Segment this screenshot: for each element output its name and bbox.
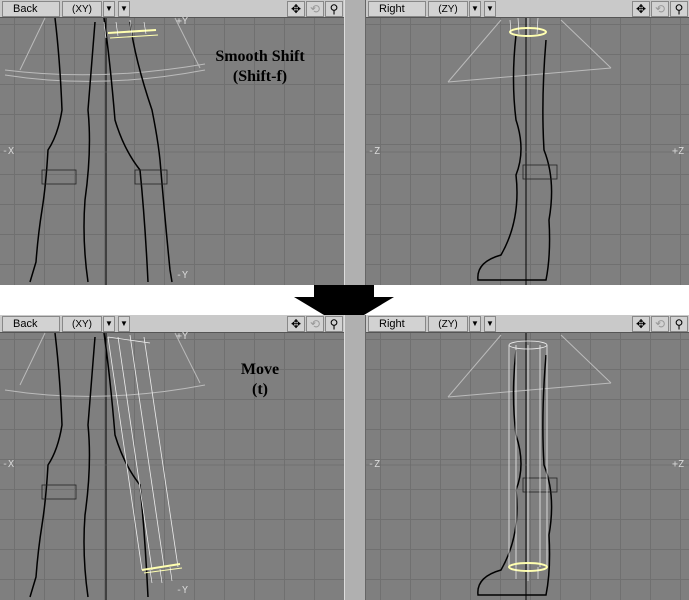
viewport-divider[interactable] <box>344 315 366 600</box>
axis-label-minus-x: -X <box>2 146 15 157</box>
axis-label-minus-x: -X <box>2 459 15 470</box>
annotation-shortcut: (t) <box>252 381 268 398</box>
leg-wireframe-back <box>0 17 344 285</box>
annotation-title: Smooth Shift <box>215 48 305 65</box>
axis-label-plus-y: +Y <box>176 16 189 27</box>
axis-label-plus-y: +Y <box>176 331 189 342</box>
axis-label-plus-z: +Z <box>672 146 685 157</box>
viewport-divider[interactable] <box>344 0 366 285</box>
viewport-back-top[interactable]: Back (XY) ▼ ▼ ✥ ⟲ ⚲ +Y -X +X -Y Smooth S… <box>0 0 344 285</box>
leg-wireframe-back-moved <box>0 332 344 600</box>
transition-band <box>0 285 689 315</box>
annotation-shortcut: (Shift-f) <box>232 68 288 85</box>
down-arrow-icon <box>294 285 394 315</box>
axis-label-plus-z: +Z <box>672 459 685 470</box>
leg-wireframe-right <box>366 17 689 285</box>
axis-label-minus-z: -Z <box>368 146 381 157</box>
leg-wireframe-right-moved <box>366 333 689 600</box>
viewport-right-bottom[interactable]: Right (ZY) ▼ ▼ ✥ ⟲ ⚲ -Z +Z <box>366 315 689 600</box>
annotation-title: Move <box>240 361 280 378</box>
annotation-move: Move (t) <box>200 360 320 400</box>
annotation-smooth-shift: Smooth Shift (Shift-f) <box>190 47 330 87</box>
viewport-right-top[interactable]: Right (ZY) ▼ ▼ ✥ ⟲ ⚲ -Z +Z <box>366 0 689 285</box>
axis-label-minus-y: -Y <box>176 270 189 281</box>
axis-label-minus-z: -Z <box>368 459 381 470</box>
viewport-back-bottom[interactable]: Back (XY) ▼ ▼ ✥ ⟲ ⚲ +Y -X +X -Y Move (t) <box>0 315 344 600</box>
axis-label-minus-y: -Y <box>176 585 189 596</box>
